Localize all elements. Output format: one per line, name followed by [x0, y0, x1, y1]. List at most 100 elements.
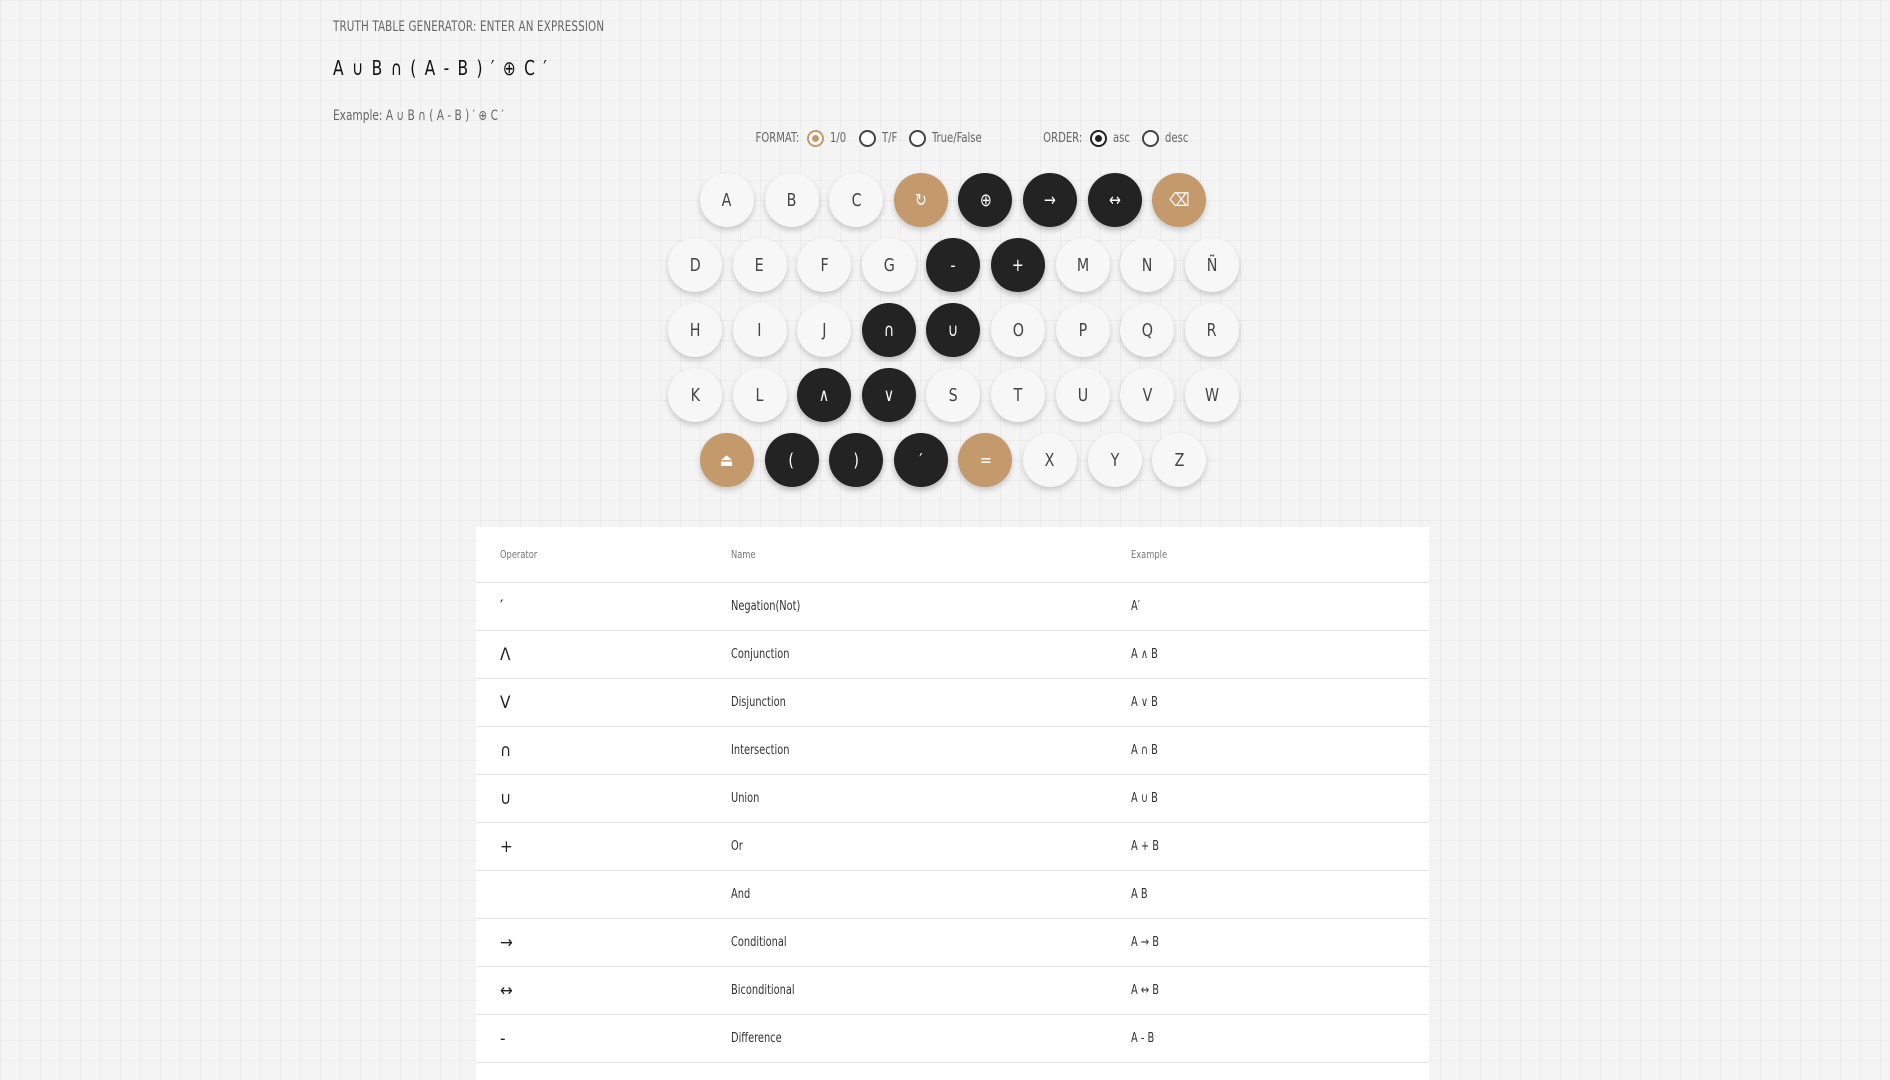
- key[interactable]: →: [1023, 173, 1077, 227]
- key[interactable]: S: [926, 368, 981, 422]
- key[interactable]: F: [797, 238, 852, 292]
- key[interactable]: ⊕: [958, 173, 1013, 227]
- key-label: W: [1204, 384, 1219, 406]
- operator-cell: ↔: [476, 966, 731, 1015]
- key[interactable]: D: [668, 238, 722, 292]
- key[interactable]: V: [1120, 368, 1175, 422]
- format-option-label: True/False: [932, 131, 983, 146]
- key[interactable]: G: [861, 238, 916, 292]
- key[interactable]: B: [764, 173, 819, 227]
- key[interactable]: R: [1184, 303, 1239, 357]
- refresh-key[interactable]: ↻: [893, 173, 948, 227]
- key[interactable]: N: [1120, 238, 1175, 292]
- key-label: H: [689, 319, 701, 341]
- key[interactable]: U: [1055, 368, 1110, 422]
- key[interactable]: J: [797, 303, 852, 357]
- key[interactable]: E: [732, 238, 787, 292]
- key[interactable]: O: [991, 303, 1045, 357]
- operator-cell: V: [476, 678, 731, 727]
- key[interactable]: H: [668, 303, 722, 357]
- radio-icon[interactable]: [858, 130, 876, 147]
- table-row: ∪ Union A ∪ B: [476, 774, 1429, 823]
- key-label: B: [786, 189, 797, 211]
- table-row: ⊕: [476, 1062, 1429, 1080]
- radio-icon[interactable]: [1142, 130, 1160, 147]
- key-label: Z: [1174, 449, 1185, 471]
- operator-cell: Λ: [476, 630, 731, 679]
- key-label: V: [1142, 384, 1153, 406]
- key[interactable]: X: [1023, 433, 1077, 487]
- key[interactable]: Q: [1120, 303, 1175, 357]
- key[interactable]: ↔: [1087, 173, 1142, 227]
- example-cell: A ∪ B: [1131, 774, 1429, 823]
- eject-key[interactable]: ⏏: [700, 433, 754, 487]
- format-option-label: 1/0: [829, 131, 846, 146]
- header-operator: Operator: [476, 527, 731, 583]
- example-cell: A ∩ B: [1131, 726, 1429, 775]
- key[interactable]: Ñ: [1184, 238, 1239, 292]
- key[interactable]: C: [829, 173, 884, 227]
- example-cell: A ∨ B: [1131, 678, 1429, 727]
- key[interactable]: ∪: [926, 303, 981, 357]
- key[interactable]: L: [732, 368, 787, 422]
- backspace-key[interactable]: ⌫: [1152, 173, 1207, 227]
- operator-cell: ′: [476, 582, 731, 631]
- key[interactable]: -: [926, 238, 981, 292]
- key-label: Q: [1141, 319, 1153, 341]
- operator-cell: ∩: [476, 726, 731, 775]
- key[interactable]: P: [1055, 303, 1110, 357]
- key-label: ∨: [883, 384, 895, 406]
- key-label: ∩: [883, 319, 895, 341]
- eject-icon: ⏏: [720, 449, 734, 471]
- key-label: →: [1044, 189, 1056, 211]
- table-row: + Or A + B: [476, 822, 1429, 871]
- key-label: ∪: [948, 319, 959, 341]
- example-cell: A B: [1131, 870, 1429, 919]
- key[interactable]: A: [700, 173, 754, 227]
- key[interactable]: +: [991, 238, 1045, 292]
- radio-icon[interactable]: [806, 130, 824, 147]
- name-cell: [731, 1062, 1131, 1080]
- operators-table-card: Operator Name Example ′ Negation(Not) A′ Λ C…: [476, 527, 1429, 1080]
- table-row: And A B: [476, 870, 1429, 919]
- key[interactable]: Y: [1087, 433, 1142, 487]
- order-radio-asc[interactable]: asc: [1089, 130, 1133, 147]
- format-option-label: T/F: [881, 131, 897, 146]
- operator-cell: ∪: [476, 774, 731, 823]
- operator-cell: ⊕: [476, 1062, 731, 1080]
- key[interactable]: W: [1184, 368, 1239, 422]
- refresh-icon: ↻: [914, 189, 927, 211]
- key[interactable]: I: [732, 303, 787, 357]
- format-radio-true-false[interactable]: True/False: [909, 130, 990, 147]
- key[interactable]: ∧: [797, 368, 852, 422]
- table-row: ↔ Biconditional A ↔ B: [476, 966, 1429, 1015]
- name-cell: And: [731, 870, 1131, 919]
- order-options: ORDER: asc desc: [1040, 130, 1202, 147]
- key-label: (: [788, 449, 795, 471]
- key[interactable]: Z: [1152, 433, 1207, 487]
- example-text: Example: A ∪ B ∩ ( A - B ) ′ ⊕ C ′: [333, 108, 504, 124]
- operator-cell: [476, 870, 731, 919]
- key[interactable]: ): [829, 433, 884, 487]
- format-radio-t-f[interactable]: T/F: [858, 130, 900, 147]
- key[interactable]: ∩: [861, 303, 916, 357]
- key-label: K: [690, 384, 700, 406]
- key[interactable]: T: [991, 368, 1045, 422]
- key[interactable]: K: [668, 368, 722, 422]
- key[interactable]: (: [764, 433, 819, 487]
- key-label: +: [1012, 254, 1024, 276]
- key-label: ↔: [1108, 189, 1121, 211]
- name-cell: Or: [731, 822, 1131, 871]
- key-label: ∧: [818, 384, 830, 406]
- format-radio-1-0[interactable]: 1/0: [806, 130, 849, 147]
- order-radio-desc[interactable]: desc: [1142, 130, 1192, 147]
- key[interactable]: ∨: [861, 368, 916, 422]
- expression-input[interactable]: A ∪ B ∩ ( A - B ) ′ ⊕ C ′: [333, 56, 548, 80]
- name-cell: Intersection: [731, 726, 1131, 775]
- equals-key[interactable]: =: [958, 433, 1013, 487]
- radio-icon[interactable]: [1089, 130, 1107, 147]
- radio-icon[interactable]: [909, 130, 927, 147]
- key[interactable]: M: [1055, 238, 1110, 292]
- table-row: V Disjunction A ∨ B: [476, 678, 1429, 727]
- key[interactable]: ′: [893, 433, 948, 487]
